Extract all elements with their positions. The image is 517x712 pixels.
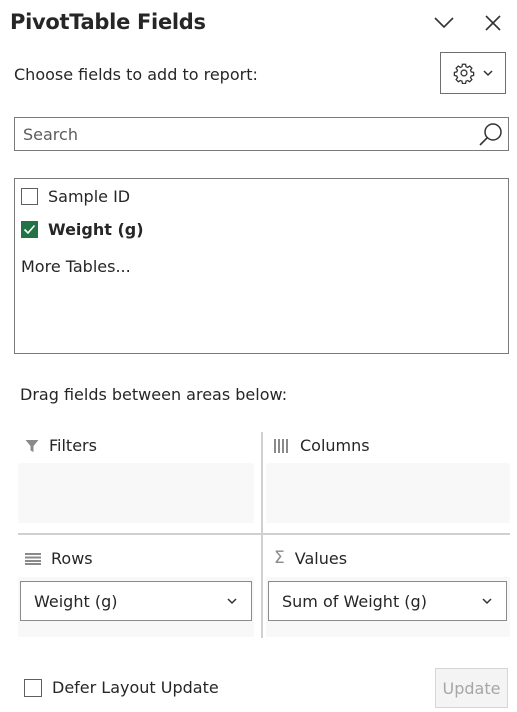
checkmark-icon	[23, 224, 36, 235]
defer-layout-update[interactable]: Defer Layout Update	[24, 678, 219, 697]
chevron-down-icon	[483, 69, 493, 76]
drag-fields-label: Drag fields between areas below:	[20, 385, 288, 404]
values-area-header: Σ Values	[274, 549, 347, 568]
filter-icon	[25, 439, 39, 452]
panel-title: PivotTable Fields	[10, 10, 206, 34]
columns-area-title: Columns	[300, 436, 370, 455]
tools-button[interactable]	[440, 52, 506, 94]
field-label: Sample ID	[48, 187, 131, 206]
search-icon[interactable]	[478, 122, 504, 148]
task-pane-options-button[interactable]	[430, 9, 458, 37]
rows-area-title: Rows	[51, 549, 93, 568]
field-item-sample-id[interactable]: Sample ID	[21, 187, 130, 206]
close-icon	[485, 15, 501, 31]
values-field-dropdown[interactable]: Sum of Weight (g)	[268, 581, 507, 621]
rows-area-header: Rows	[25, 549, 93, 568]
field-label: Weight (g)	[48, 220, 144, 239]
checkbox-checked[interactable]	[21, 221, 38, 238]
update-button[interactable]: Update	[435, 668, 508, 708]
choose-fields-label: Choose fields to add to report:	[14, 65, 258, 84]
search-box	[14, 117, 509, 151]
area-divider-vertical	[261, 432, 263, 638]
columns-area-header: Columns	[274, 436, 370, 455]
search-input[interactable]	[23, 118, 463, 150]
rows-icon	[25, 552, 41, 565]
gear-icon	[453, 63, 475, 84]
chevron-down-icon	[482, 597, 492, 604]
filters-drop-zone[interactable]	[18, 463, 254, 523]
values-field-label: Sum of Weight (g)	[282, 591, 427, 611]
field-item-weight[interactable]: Weight (g)	[21, 220, 144, 239]
close-button[interactable]	[479, 9, 507, 37]
filters-area-title: Filters	[49, 436, 97, 455]
chevron-down-icon	[434, 17, 454, 29]
sigma-icon: Σ	[274, 548, 285, 568]
defer-checkbox[interactable]	[24, 678, 42, 697]
columns-drop-zone[interactable]	[266, 463, 510, 523]
chevron-down-icon	[227, 597, 237, 604]
rows-field-dropdown[interactable]: Weight (g)	[20, 581, 252, 621]
more-tables-link[interactable]: More Tables...	[21, 257, 131, 276]
checkbox[interactable]	[21, 188, 38, 205]
defer-label: Defer Layout Update	[52, 678, 219, 697]
columns-icon	[274, 438, 288, 453]
filters-area-header: Filters	[25, 436, 97, 455]
rows-field-label: Weight (g)	[34, 591, 118, 611]
field-list: Sample ID Weight (g) More Tables...	[14, 178, 509, 354]
values-area-title: Values	[294, 549, 348, 568]
area-divider-horizontal	[18, 533, 510, 535]
